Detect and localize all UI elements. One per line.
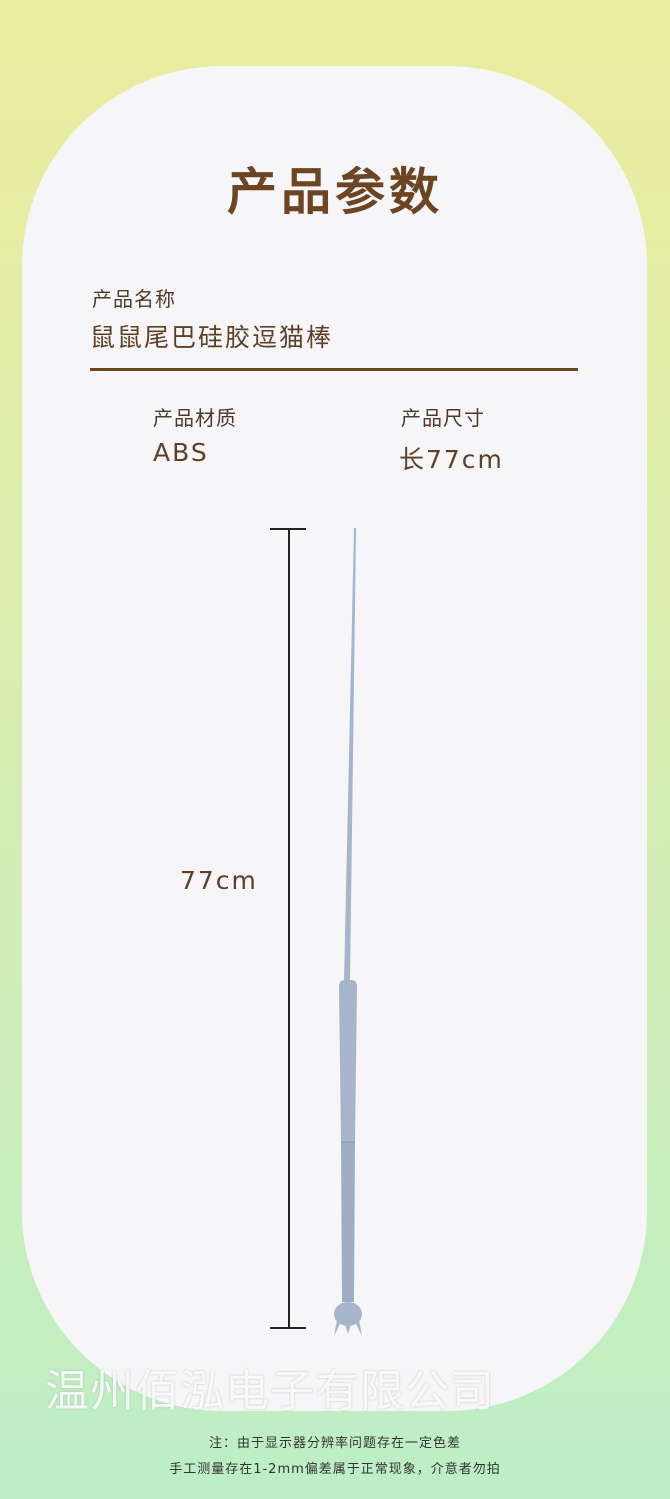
dimension-label: 77cm bbox=[180, 866, 258, 895]
size-label: 产品尺寸 bbox=[401, 406, 485, 430]
cat-teaser-wand-image bbox=[334, 528, 362, 1336]
size-value: 长77cm bbox=[399, 445, 504, 474]
dimension-line bbox=[288, 528, 290, 1328]
product-name-label: 产品名称 bbox=[92, 287, 176, 311]
divider bbox=[90, 368, 578, 371]
note-line-1: 注：由于显示器分辨率问题存在一定色差 bbox=[208, 1436, 461, 1451]
page-title: 产品参数 bbox=[227, 163, 443, 221]
note-line-2: 手工测量存在1-2mm偏差属于正常现象，介意者勿拍 bbox=[169, 1462, 501, 1477]
dimension-bottom-cap bbox=[270, 1327, 306, 1329]
material-label: 产品材质 bbox=[153, 406, 237, 430]
product-name-value: 鼠鼠尾巴硅胶逗猫棒 bbox=[90, 323, 334, 352]
material-value: ABS bbox=[153, 438, 209, 467]
company-watermark: 温州佰泓电子有限公司 bbox=[45, 1366, 495, 1417]
